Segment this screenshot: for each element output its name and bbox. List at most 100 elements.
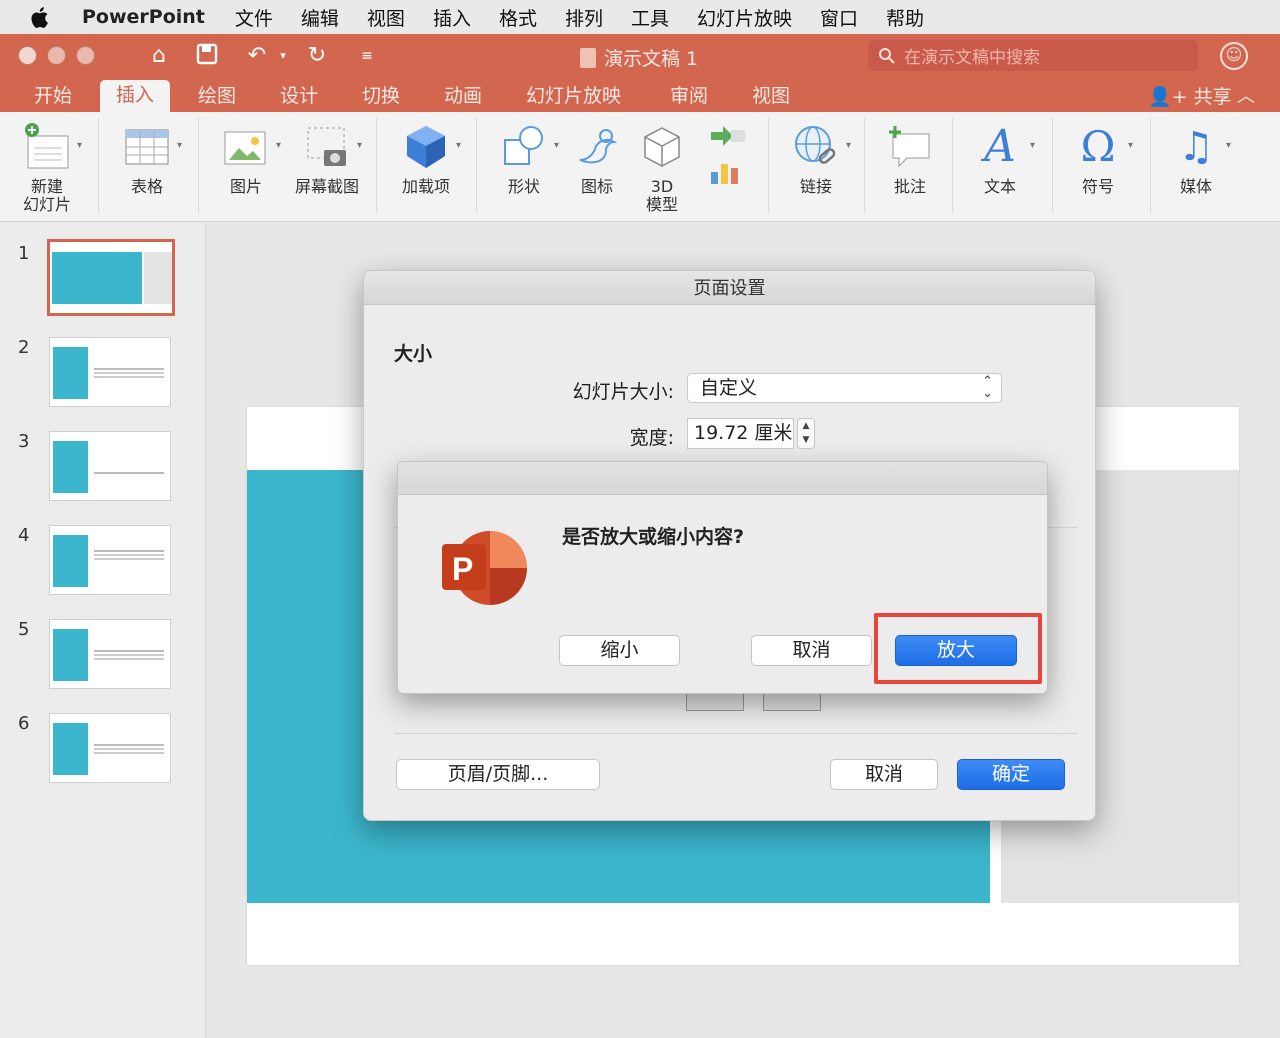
new-slide-button[interactable]: ▾ 新建 幻灯片 — [16, 122, 82, 214]
slide-thumbnail-2[interactable] — [49, 337, 171, 407]
comment-icon — [885, 122, 935, 172]
ribbon-separator — [476, 118, 477, 214]
slide-thumbnail-4[interactable] — [49, 525, 171, 595]
ribbon-separator — [98, 118, 99, 214]
picture-button[interactable]: ▾ 图片 — [216, 122, 281, 196]
add-person-icon: 👤+ — [1148, 86, 1188, 108]
menu-edit[interactable]: 编辑 — [301, 4, 339, 31]
share-button[interactable]: 👤+ 共享 — [1148, 82, 1232, 109]
width-stepper[interactable]: ▲ ▼ — [797, 418, 815, 449]
ribbon: ▾ 新建 幻灯片 ▾ 表格 ▾ 图片 ▾ 屏幕截图 ▾ 加载项 ▾ 形状 图标 … — [0, 112, 1280, 222]
alert-message: 是否放大或缩小内容? — [562, 526, 745, 548]
alert-cancel-button[interactable]: 取消 — [751, 635, 872, 666]
zoom-window-button[interactable] — [76, 46, 95, 65]
slide-thumbnail-pane: 1 2 3 4 5 6 — [0, 223, 206, 1038]
menu-slideshow[interactable]: 幻灯片放映 — [697, 4, 792, 31]
close-window-button[interactable] — [18, 46, 37, 65]
menu-bar: PowerPoint 文件 编辑 视图 插入 格式 排列 工具 幻灯片放映 窗口… — [0, 0, 1280, 34]
thumb-number: 1 — [18, 243, 30, 264]
slide-thumbnail-1[interactable] — [47, 239, 175, 316]
ribbon-separator — [768, 118, 769, 214]
page-setup-ok-button[interactable]: 确定 — [957, 759, 1065, 790]
menu-format[interactable]: 格式 — [499, 4, 537, 31]
page-setup-cancel-button[interactable]: 取消 — [830, 759, 938, 790]
menu-view[interactable]: 视图 — [367, 4, 405, 31]
slide-thumbnail-3[interactable] — [49, 431, 171, 501]
text-button[interactable]: A ▾ 文本 — [972, 122, 1035, 196]
ribbon-separator — [376, 118, 377, 214]
title-bar: ⌂ ↶ ▾ ↻ ≡ 演示文稿 1 在演示文稿中搜索 ☺ — [0, 34, 1280, 76]
shapes-button[interactable]: ▾ 形状 — [494, 122, 559, 196]
symbol-button[interactable]: Ω ▾ 符号 — [1070, 122, 1133, 196]
apple-icon[interactable] — [30, 5, 52, 29]
search-icon — [879, 47, 895, 64]
addins-button[interactable]: ▾ 加载项 — [396, 122, 461, 196]
shrink-button[interactable]: 缩小 — [559, 635, 680, 666]
feedback-smiley-icon[interactable]: ☺ — [1220, 42, 1248, 70]
menu-insert[interactable]: 插入 — [433, 4, 471, 31]
menu-tools[interactable]: 工具 — [631, 4, 669, 31]
3d-model-button[interactable]: 3D 模型 — [636, 122, 688, 214]
chart-icon[interactable] — [707, 158, 747, 188]
customize-toolbar-icon[interactable]: ≡ — [354, 43, 380, 69]
collapse-ribbon-icon[interactable]: ︿ — [1237, 82, 1255, 108]
ribbon-tabs: 开始 插入 绘图 设计 切换 动画 幻灯片放映 审阅 视图 👤+ 共享 ︿ — [0, 76, 1280, 112]
smartart-chart-buttons[interactable] — [704, 122, 750, 194]
table-button[interactable]: ▾ 表格 — [116, 122, 182, 196]
shapes-icon: ▾ — [499, 122, 559, 172]
tab-home[interactable]: 开始 — [34, 82, 72, 112]
undo-icon[interactable]: ↶ — [244, 43, 270, 69]
ribbon-separator — [864, 118, 865, 214]
menu-arrange[interactable]: 排列 — [565, 4, 603, 31]
ribbon-separator — [1052, 118, 1053, 214]
tab-view[interactable]: 视图 — [752, 82, 790, 112]
comment-button[interactable]: 批注 — [882, 122, 938, 196]
size-section-heading: 大小 — [394, 343, 433, 365]
tab-insert[interactable]: 插入 — [100, 80, 171, 112]
3d-model-cube-icon — [637, 122, 687, 172]
tab-draw[interactable]: 绘图 — [198, 82, 236, 112]
window-controls — [18, 46, 95, 65]
slide-size-select[interactable]: 自定义 ⌃ ⌄ — [687, 373, 1002, 403]
addins-cube-icon: ▾ — [401, 122, 461, 172]
thumb-number: 2 — [18, 337, 30, 358]
new-slide-icon: ▾ — [22, 122, 82, 172]
redo-icon[interactable]: ↻ — [304, 43, 330, 69]
highlight-box — [874, 613, 1042, 684]
menu-window[interactable]: 窗口 — [820, 4, 858, 31]
screenshot-button[interactable]: ▾ 屏幕截图 — [292, 122, 362, 196]
icons-bird-icon — [572, 122, 622, 172]
home-icon[interactable]: ⌂ — [146, 43, 172, 69]
search-placeholder: 在演示文稿中搜索 — [904, 48, 1040, 68]
thumb-number: 6 — [18, 713, 30, 734]
music-note-icon: ♫ ▾ — [1178, 124, 1231, 170]
slide-thumbnail-6[interactable] — [49, 713, 171, 783]
svg-text:P: P — [452, 551, 473, 587]
tab-animations[interactable]: 动画 — [444, 82, 482, 112]
select-updown-icon: ⌃ ⌄ — [982, 374, 993, 401]
menu-help[interactable]: 帮助 — [886, 4, 924, 31]
search-input[interactable]: 在演示文稿中搜索 — [868, 40, 1198, 71]
tab-transitions[interactable]: 切换 — [362, 82, 400, 112]
tab-slideshow[interactable]: 幻灯片放映 — [526, 82, 621, 112]
slide-thumbnail-5[interactable] — [49, 619, 171, 689]
thumb-number: 4 — [18, 525, 30, 546]
minimize-window-button[interactable] — [47, 46, 66, 65]
save-icon[interactable] — [194, 43, 220, 69]
undo-dropdown-icon[interactable]: ▾ — [270, 43, 296, 69]
header-footer-button[interactable]: 页眉/页脚... — [396, 759, 600, 790]
ribbon-separator — [952, 118, 953, 214]
tab-review[interactable]: 审阅 — [670, 82, 708, 112]
picture-icon: ▾ — [221, 122, 281, 172]
tab-design[interactable]: 设计 — [280, 82, 318, 112]
app-menu[interactable]: PowerPoint — [82, 6, 205, 28]
media-button[interactable]: ♫ ▾ 媒体 — [1168, 122, 1231, 196]
link-button[interactable]: ▾ 链接 — [786, 122, 851, 196]
dialog-title: 页面设置 — [364, 271, 1095, 305]
menu-file[interactable]: 文件 — [235, 4, 273, 31]
smartart-icon[interactable] — [707, 122, 747, 152]
icons-button[interactable]: 图标 — [570, 122, 624, 196]
link-globe-icon: ▾ — [791, 122, 851, 172]
slide-size-label: 幻灯片大小: — [572, 381, 674, 403]
width-field[interactable]: 19.72 厘米 — [687, 418, 794, 449]
